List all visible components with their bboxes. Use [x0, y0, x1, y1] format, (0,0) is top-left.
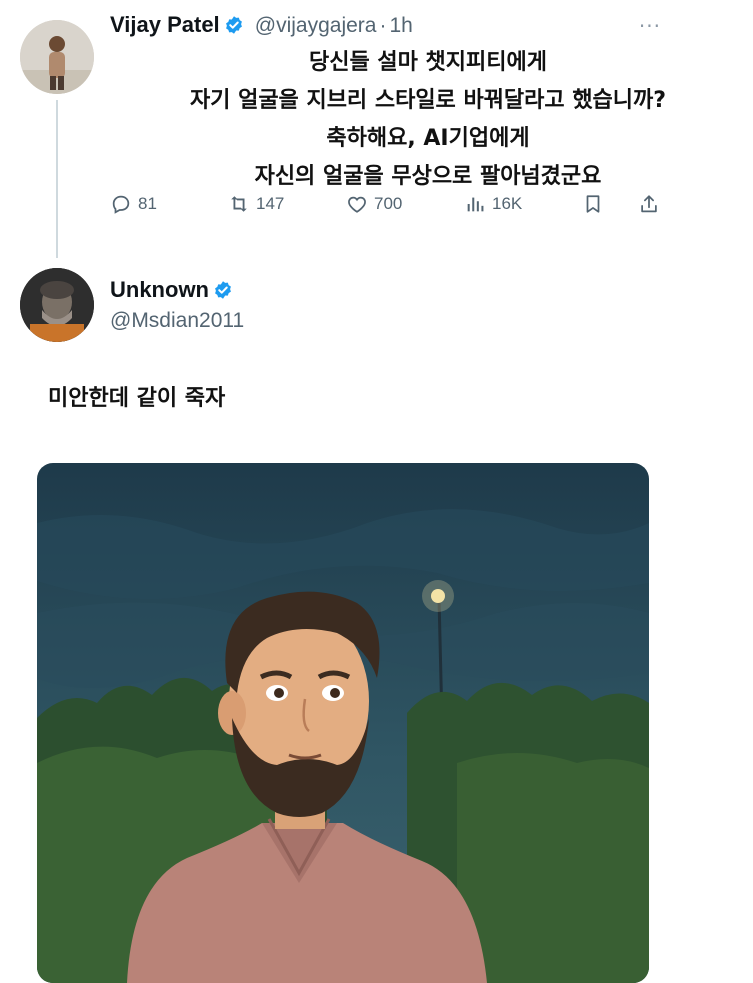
reply-header-name: Unknown [110, 277, 233, 303]
bookmark-button[interactable] [582, 193, 604, 215]
retweet-count: 147 [256, 194, 285, 213]
avatar-photo [20, 20, 94, 94]
tweet-line: 축하해요, AI기업에게 [326, 126, 530, 151]
tweet-line: 당신들 설마 챗지피티에게 [309, 50, 547, 75]
tweet-body: 당신들 설마 챗지피티에게 자기 얼굴을 지브리 스타일로 바꿔달라고 했습니까… [108, 44, 748, 196]
reply-text: 미안한데 같이 죽자 [48, 386, 226, 411]
share-button[interactable] [638, 193, 660, 215]
views-button[interactable]: 16K [464, 193, 522, 215]
tweet-time[interactable]: 1h [389, 14, 412, 37]
tweet-line: 자신의 얼굴을 무상으로 팔아넘겼군요 [254, 164, 602, 189]
tweet-line: 자기 얼굴을 지브리 스타일로 바꿔달라고 했습니까? [189, 88, 667, 113]
ghibli-portrait-illustration [37, 463, 649, 983]
bookmark-icon [586, 195, 600, 213]
tweet-header: Vijay Patel @vijaygajera · 1h [110, 12, 413, 38]
avatar-unknown[interactable] [20, 268, 94, 342]
like-button[interactable]: 700 [346, 193, 402, 215]
verified-badge-icon [225, 16, 242, 34]
more-options-button[interactable]: ··· [639, 14, 661, 38]
tweet-actions: 81 147 700 16K [110, 193, 670, 223]
views-icon [467, 197, 484, 212]
reply-author-handle[interactable]: @Msdian2011 [110, 309, 244, 333]
reply-image[interactable] [37, 463, 649, 983]
author-name[interactable]: Vijay Patel [110, 12, 220, 37]
share-icon [641, 195, 657, 213]
time-separator: · [379, 14, 387, 37]
reply-author-name[interactable]: Unknown [110, 277, 209, 302]
like-count: 700 [374, 194, 403, 213]
views-count: 16K [492, 194, 523, 213]
thread-line [56, 100, 58, 258]
reply-icon [112, 195, 130, 214]
avatar-photo [20, 268, 94, 342]
reply-count: 81 [138, 194, 157, 213]
avatar-vijay[interactable] [20, 20, 94, 94]
verified-badge-icon [215, 281, 231, 299]
retweet-icon [231, 196, 247, 212]
author-handle[interactable]: @vijaygajera [255, 14, 377, 37]
reply-button[interactable]: 81 [110, 193, 157, 215]
like-icon [348, 196, 366, 213]
retweet-button[interactable]: 147 [228, 193, 284, 215]
